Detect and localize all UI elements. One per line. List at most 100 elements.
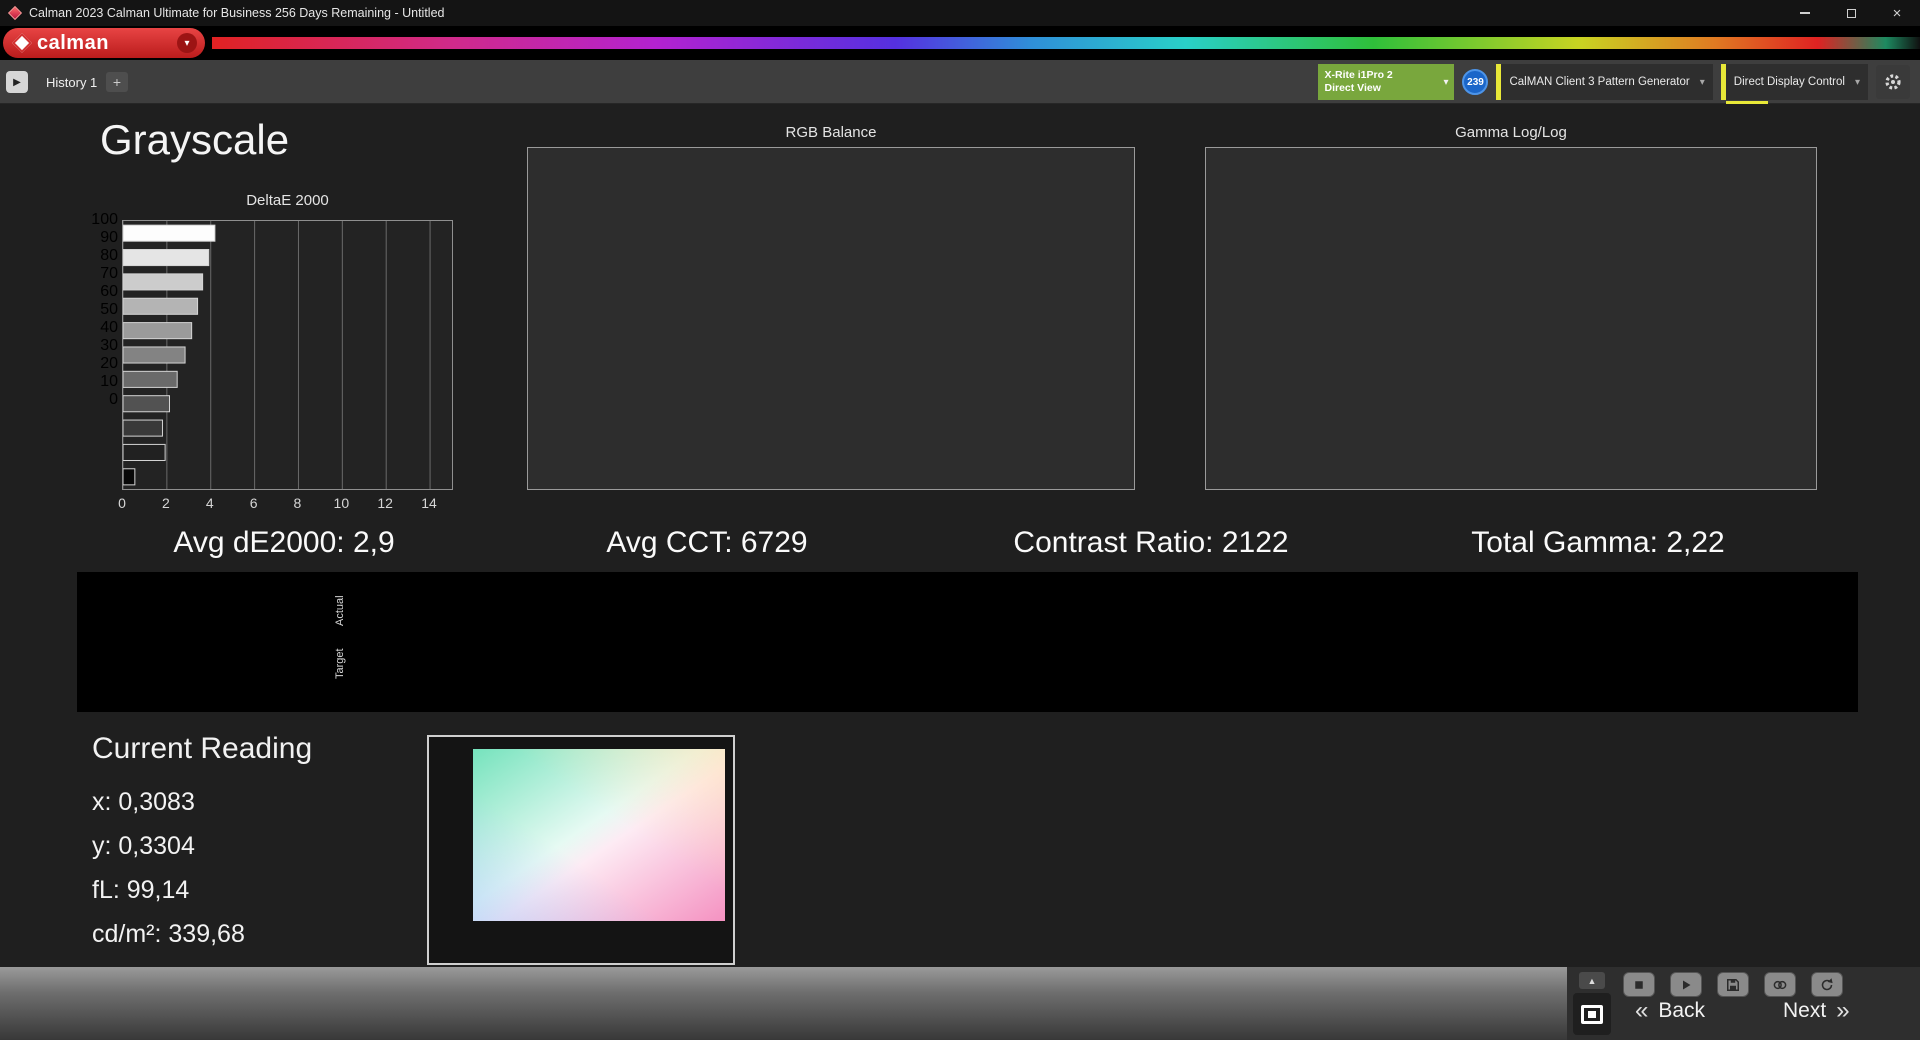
- save-button[interactable]: [1717, 972, 1749, 997]
- cie-y-axis: [429, 749, 469, 921]
- add-tab-button[interactable]: +: [106, 72, 128, 92]
- deltae-bar-100: [123, 224, 216, 242]
- pattern-bar: ▲ « Back Next »: [0, 967, 1920, 1040]
- window-title: Calman 2023 Calman Ultimate for Business…: [29, 6, 445, 20]
- bottom-controls: ▲ « Back Next »: [1567, 967, 1920, 1040]
- x-tick-label: 2: [161, 495, 170, 511]
- reading-fl: fL: 99,14: [92, 876, 190, 904]
- meter-name: X-Rite i1Pro 2: [1324, 68, 1393, 81]
- meter-mode: Direct View: [1324, 82, 1381, 94]
- next-chevrons-icon: »: [1836, 997, 1850, 1024]
- expand-panel-button[interactable]: ▲: [1579, 972, 1605, 989]
- rgb-balance-title: RGB Balance: [785, 124, 877, 141]
- restore-icon: [1846, 8, 1856, 18]
- category-label: 30: [100, 337, 118, 354]
- x-tick-label: 0: [118, 495, 126, 511]
- minimize-button[interactable]: [1782, 0, 1828, 26]
- stat-avg-de2000: Avg dE2000: 2,9: [173, 526, 395, 559]
- stat-contrast-ratio: Contrast Ratio: 2122: [1013, 526, 1289, 559]
- save-icon: [1727, 978, 1739, 991]
- link-button[interactable]: [1764, 972, 1796, 997]
- page-title: Grayscale: [100, 116, 290, 163]
- reading-cdm2: cd/m²: 339,68: [92, 920, 245, 948]
- deltae-bar-chart: DeltaE 2000 100 90 80 70 60 50 40 30 20 10 0 02468…: [52, 192, 472, 522]
- pattern-generator-selector[interactable]: CalMAN Client 3 Pattern Generator ▾: [1496, 64, 1713, 100]
- display-control-label: Direct Display Control: [1733, 76, 1845, 88]
- pattern-generator-label: CalMAN Client 3 Pattern Generator: [1509, 76, 1690, 88]
- reading-y: y: 0,3304: [92, 832, 195, 860]
- category-label: 0: [109, 391, 118, 408]
- grayscale-ramp-panel: Actual Target: [77, 572, 1858, 712]
- pattern-window-button[interactable]: [1573, 993, 1611, 1035]
- deltae-bar-90: [123, 249, 210, 267]
- meter-count-badge: 239: [1462, 69, 1489, 95]
- play-button[interactable]: [1670, 972, 1702, 997]
- rgb-x-axis: [527, 493, 1135, 513]
- deltae-chart-title: DeltaE 2000: [246, 192, 329, 209]
- stop-button[interactable]: [1623, 972, 1655, 997]
- app-gem-icon: [7, 5, 23, 21]
- next-label: Next: [1783, 999, 1827, 1022]
- deltae-category-axis: 100 90 80 70 60 50 40 30 20 10 0: [68, 211, 118, 490]
- device-cluster: X-Rite i1Pro 2 Direct View ▾ 239 CalMAN …: [1318, 64, 1910, 104]
- tab-history-1[interactable]: History 1: [36, 60, 107, 104]
- actual-row-label: Actual: [334, 595, 346, 626]
- deltae-x-axis: 0 2 4 6 8 10 12 14: [118, 493, 453, 513]
- x-tick-label: 12: [377, 495, 393, 511]
- back-button[interactable]: « Back: [1635, 997, 1705, 1025]
- minimize-icon: [1800, 12, 1810, 14]
- refresh-button[interactable]: [1811, 972, 1843, 997]
- deltae-bar-40: [123, 370, 178, 388]
- chevron-down-icon: ▾: [1854, 76, 1860, 88]
- stat-total-gamma: Total Gamma: 2,22: [1471, 526, 1725, 559]
- gear-icon: [1885, 74, 1901, 90]
- deltae-bar-0: [123, 468, 136, 486]
- rgb-plot: [527, 147, 1135, 490]
- deltae-bar-70: [123, 297, 199, 315]
- x-tick-label: 14: [421, 495, 437, 511]
- x-tick-label: 6: [249, 495, 258, 511]
- restore-button[interactable]: [1828, 0, 1874, 26]
- brand-bar: calman ▾: [0, 26, 1920, 60]
- deltae-bar-80: [123, 273, 204, 291]
- settings-button[interactable]: [1876, 65, 1910, 99]
- target-row-label: Target: [334, 648, 346, 679]
- tab-bar: ▶ History 1 + X-Rite i1Pro 2 Direct View…: [0, 60, 1920, 104]
- monitor-icon: [1581, 1004, 1603, 1024]
- gamma-chart: Gamma Log/Log: [1165, 124, 1829, 519]
- category-label: 80: [100, 247, 118, 264]
- meter-selector[interactable]: X-Rite i1Pro 2 Direct View ▾: [1318, 64, 1455, 100]
- deltae-bar-20: [123, 419, 163, 437]
- stat-avg-cct: Avg CCT: 6729: [606, 526, 808, 559]
- rgb-balance-chart: RGB Balance: [487, 124, 1147, 519]
- stop-icon: [1635, 980, 1643, 989]
- main-content: Grayscale DeltaE 2000 100 90 80 70 60 50 40 30 2…: [0, 104, 1920, 967]
- cie-plot: [473, 749, 725, 921]
- close-icon: ×: [1892, 4, 1902, 22]
- deltae-bar-10: [123, 443, 166, 461]
- cie-chromaticity-chart: [427, 735, 735, 965]
- back-label: Back: [1658, 999, 1706, 1022]
- sidebar-toggle-button[interactable]: ▶: [6, 71, 28, 93]
- transport-icons: [1623, 972, 1843, 997]
- calman-gem-icon: [12, 33, 32, 53]
- close-button[interactable]: ×: [1874, 0, 1920, 26]
- category-label: 70: [100, 265, 118, 282]
- x-tick-label: 10: [333, 495, 350, 511]
- back-chevrons-icon: «: [1635, 997, 1649, 1024]
- chevron-down-icon: ▾: [1443, 76, 1449, 88]
- cie-x-axis: [473, 927, 725, 947]
- calman-logo-menu[interactable]: calman ▾: [3, 28, 205, 58]
- deltae-bar-60: [123, 322, 193, 340]
- calman-window: Calman 2023 Calman Ultimate for Business…: [0, 0, 1920, 1040]
- ramp-row-labels: Actual Target: [331, 584, 349, 690]
- display-control-selector[interactable]: Direct Display Control ▾: [1720, 64, 1868, 104]
- category-label: 20: [100, 355, 118, 372]
- current-reading-title: Current Reading: [92, 732, 313, 765]
- deltae-bar-50: [123, 346, 186, 364]
- next-button[interactable]: Next »: [1783, 997, 1850, 1025]
- spectrum-strip: [212, 37, 1920, 49]
- logo-dropdown-button[interactable]: ▾: [177, 33, 197, 53]
- refresh-icon: [1821, 977, 1833, 990]
- gamma-x-axis: [1205, 493, 1817, 513]
